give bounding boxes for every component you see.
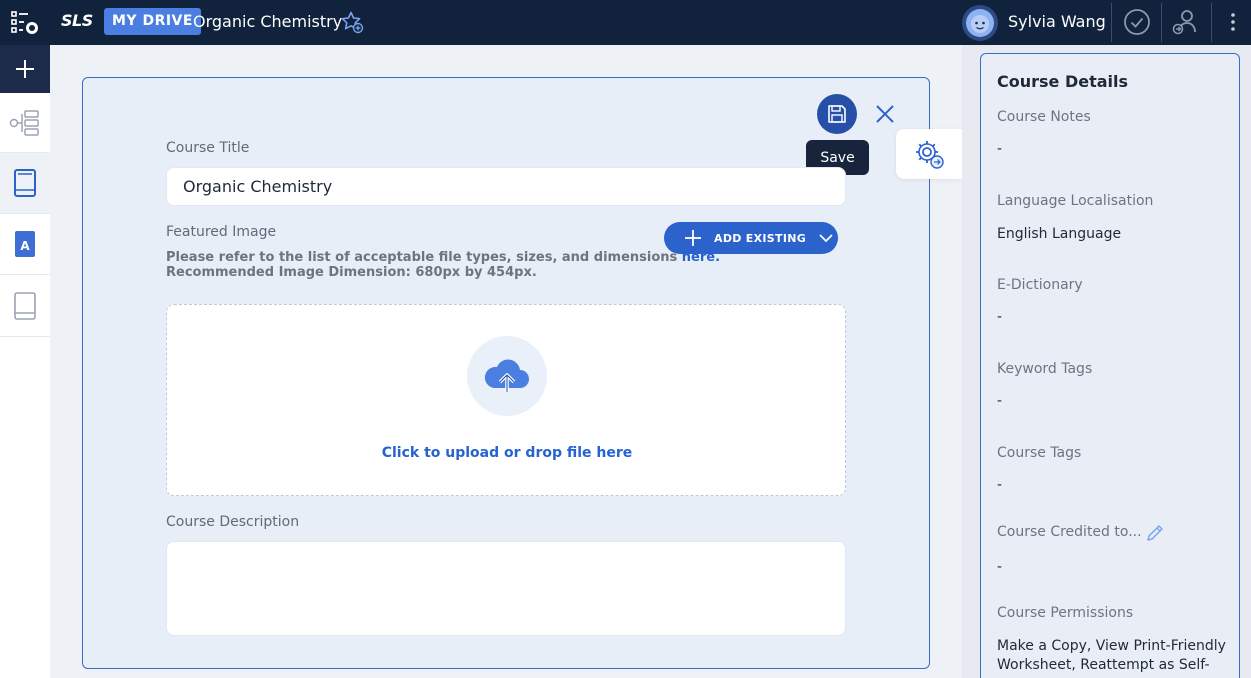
divider xyxy=(1111,3,1112,42)
course-settings-toggle[interactable] xyxy=(896,129,962,179)
course-details-panel: Course Details Course Notes - Language L… xyxy=(980,53,1240,678)
close-button[interactable] xyxy=(873,102,897,126)
assignment-icon: A xyxy=(15,231,35,257)
field-label: Language Localisation xyxy=(997,193,1154,209)
check-circle-icon[interactable] xyxy=(1123,8,1151,36)
rail-item-assignment[interactable]: A xyxy=(0,214,50,275)
field-value: Make a Copy, View Print-Friendly Workshe… xyxy=(997,638,1226,673)
hierarchy-icon xyxy=(9,109,39,136)
course-edit-card: Save Course Title Organic Chemistry Feat… xyxy=(82,77,930,669)
course-title-label: Course Title xyxy=(166,140,250,156)
upload-circle xyxy=(467,336,547,416)
image-hint: Please refer to the list of acceptable f… xyxy=(166,250,720,280)
close-icon xyxy=(876,105,894,123)
add-existing-label: ADD EXISTING xyxy=(714,231,807,245)
divider xyxy=(1211,3,1212,42)
field-label: Course Permissions xyxy=(997,605,1134,621)
field-value: - xyxy=(997,477,1003,493)
plus-icon xyxy=(16,60,34,78)
avatar[interactable] xyxy=(962,5,998,41)
field-label: Keyword Tags xyxy=(997,361,1093,377)
apps-menu-icon[interactable] xyxy=(10,9,40,37)
user-name[interactable]: Sylvia Wang xyxy=(1008,11,1106,33)
edit-pencil-icon[interactable] xyxy=(1145,523,1165,543)
field-value: - xyxy=(997,559,1003,575)
my-drive-badge[interactable]: MY DRIVE xyxy=(104,8,201,35)
field-label: Course Tags xyxy=(997,445,1082,461)
course-description-label: Course Description xyxy=(166,514,300,530)
field-value: English Language xyxy=(997,226,1122,242)
add-button[interactable] xyxy=(0,45,50,93)
rail-item-hierarchy[interactable] xyxy=(0,93,50,153)
logo-text: SLS xyxy=(61,11,93,30)
save-icon xyxy=(828,105,846,123)
course-title-input[interactable]: Organic Chemistry xyxy=(166,167,846,206)
chevron-down-icon xyxy=(819,234,833,243)
field-label: Course Credited to... xyxy=(997,524,1142,540)
field-label: E-Dictionary xyxy=(997,277,1083,293)
upload-text: Click to upload or drop file here xyxy=(381,445,633,461)
save-button[interactable] xyxy=(817,94,857,134)
field-value: - xyxy=(997,309,1003,325)
svg-text:A: A xyxy=(20,239,30,253)
book-icon xyxy=(14,169,36,197)
top-bar: SLS MY DRIVE Organic Chemistry Sylvia Wa… xyxy=(0,0,1251,45)
hint-line-2: Recommended Image Dimension: 680px by 45… xyxy=(166,265,537,280)
hint-line-1: Please refer to the list of acceptable f… xyxy=(166,250,682,265)
add-existing-button[interactable]: ADD EXISTING xyxy=(664,222,838,254)
course-description-input[interactable] xyxy=(166,541,846,636)
more-options-icon[interactable] xyxy=(1221,8,1245,36)
course-title-value: Organic Chemistry xyxy=(183,177,333,196)
plus-icon xyxy=(685,230,701,246)
field-value: - xyxy=(997,393,1003,409)
page-title: Organic Chemistry xyxy=(193,12,343,31)
left-rail: A xyxy=(0,45,50,678)
featured-image-label: Featured Image xyxy=(166,224,277,240)
rail-item-course[interactable] xyxy=(0,153,50,214)
cloud-upload-icon xyxy=(484,359,529,392)
sls-logo[interactable]: SLS xyxy=(61,11,93,33)
favourite-star-icon[interactable] xyxy=(340,10,364,34)
image-dropzone[interactable]: Click to upload or drop file here xyxy=(166,304,846,496)
details-panel-container: Course Details Course Notes - Language L… xyxy=(962,45,1251,678)
library-book-icon xyxy=(14,291,36,320)
settings-gear-icon xyxy=(916,141,944,169)
field-label: Course Notes xyxy=(997,109,1091,125)
rail-item-library[interactable] xyxy=(0,275,50,337)
divider xyxy=(1161,3,1162,42)
collaborators-icon[interactable] xyxy=(1171,8,1199,36)
field-value: - xyxy=(997,141,1003,157)
panel-title: Course Details xyxy=(997,72,1129,91)
